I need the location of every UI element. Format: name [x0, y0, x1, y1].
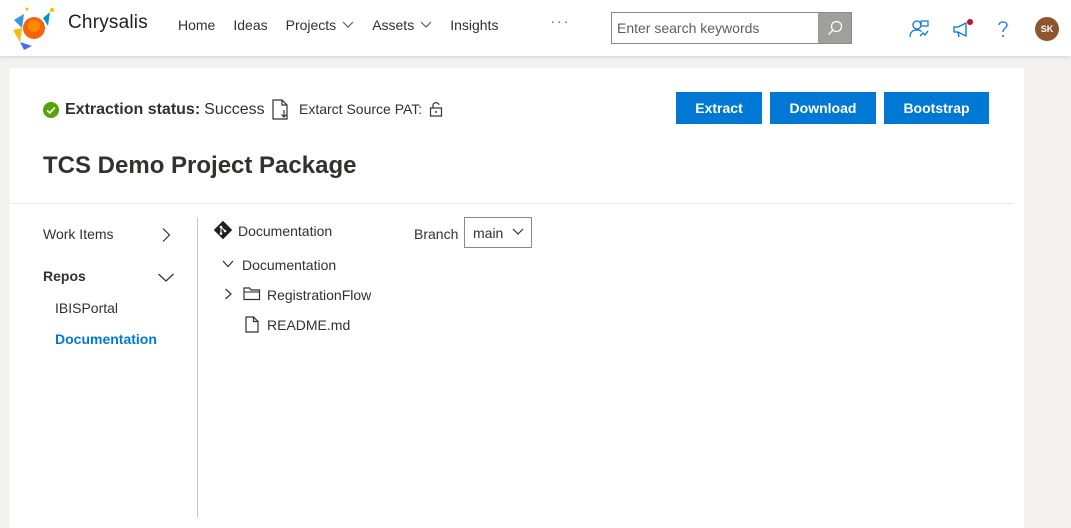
main-content-card: Extraction status: Success Extarct Sourc…: [10, 68, 1024, 528]
help-icon[interactable]: [992, 18, 1014, 40]
sidebar-item-repos[interactable]: Repos: [43, 268, 86, 284]
repo-name: Documentation: [238, 223, 333, 239]
extraction-status-label: Extraction status:: [65, 101, 201, 118]
file-icon: [245, 316, 259, 333]
search-box: [611, 12, 852, 44]
user-avatar[interactable]: SK: [1035, 17, 1059, 41]
sidebar-item-label: Work Items: [43, 226, 114, 242]
chevron-right-icon[interactable]: [159, 228, 173, 242]
chevron-down-icon: [420, 21, 432, 28]
nav-home[interactable]: Home: [178, 17, 215, 33]
main-navigation: Home Ideas Projects Assets Insights ···: [178, 13, 570, 33]
nav-ideas-label: Ideas: [233, 17, 268, 33]
source-pat: Extarct Source PAT:: [299, 101, 443, 117]
nav-more-button[interactable]: ···: [550, 13, 570, 29]
chevron-right-icon[interactable]: [223, 288, 233, 300]
nav-insights[interactable]: Insights: [450, 17, 498, 33]
success-check-icon: [43, 102, 59, 118]
chrysalis-logo[interactable]: [10, 6, 56, 52]
download-file-icon[interactable]: [270, 99, 290, 121]
search-button[interactable]: [818, 13, 851, 43]
sidebar-item-label: Repos: [43, 268, 86, 284]
search-icon: [827, 20, 842, 35]
notification-megaphone-icon[interactable]: [951, 18, 973, 40]
nav-projects-label: Projects: [285, 17, 337, 33]
people-icon[interactable]: [908, 18, 930, 40]
page-title: TCS Demo Project Package: [43, 152, 357, 179]
app-title[interactable]: Chrysalis: [68, 12, 148, 34]
branch-select[interactable]: main: [464, 217, 532, 248]
chevron-down-icon: [342, 21, 354, 28]
nav-home-label: Home: [178, 17, 216, 33]
extraction-status-value: Success: [204, 101, 265, 118]
source-pat-label: Extarct Source PAT:: [299, 101, 423, 117]
tree-root-documentation[interactable]: Documentation: [242, 257, 336, 273]
chevron-down-icon[interactable]: [222, 259, 234, 269]
bootstrap-button[interactable]: Bootstrap: [884, 92, 989, 124]
unlock-icon[interactable]: [429, 101, 443, 117]
tree-folder-registrationflow[interactable]: RegistrationFlow: [267, 287, 371, 303]
chevron-down-icon: [512, 228, 524, 235]
sidebar-repo-ibisportal[interactable]: IBISPortal: [55, 300, 118, 316]
section-divider: [10, 203, 1014, 204]
nav-insights-label: Insights: [450, 17, 499, 33]
git-icon: [213, 220, 233, 240]
sidebar-divider: [197, 217, 198, 517]
extract-button[interactable]: Extract: [676, 92, 762, 124]
nav-assets-label: Assets: [372, 17, 415, 33]
sidebar-repo-documentation[interactable]: Documentation: [55, 331, 157, 347]
branch-label: Branch: [414, 226, 459, 242]
top-navigation-bar: Chrysalis Home Ideas Projects Assets Ins…: [0, 0, 1071, 56]
branch-select-value: main: [473, 224, 504, 241]
extraction-status: Extraction status: Success: [43, 99, 290, 121]
nav-projects[interactable]: Projects: [286, 17, 355, 33]
folder-icon: [243, 287, 261, 301]
tree-file-readme[interactable]: README.md: [267, 317, 350, 333]
nav-ideas[interactable]: Ideas: [233, 17, 267, 33]
search-input[interactable]: [612, 13, 818, 43]
nav-assets[interactable]: Assets: [372, 17, 432, 33]
chevron-down-icon[interactable]: [158, 270, 174, 284]
download-button[interactable]: Download: [770, 92, 876, 124]
sidebar-item-work-items[interactable]: Work Items: [43, 226, 114, 242]
